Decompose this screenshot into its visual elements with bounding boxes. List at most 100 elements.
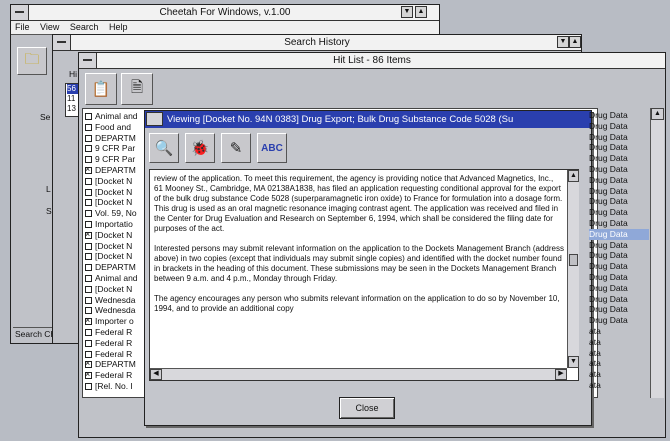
spellcheck-icon: ABC [261,142,283,154]
row-checkbox[interactable] [85,350,92,358]
hit-list-category[interactable]: Drug Data [589,142,649,153]
menu-file[interactable]: File [15,22,30,32]
row-checkbox[interactable] [85,264,92,272]
hit-list-notes-button[interactable]: 📋 [85,73,117,105]
row-checkbox[interactable] [85,188,92,196]
doc-scroll-right-arrow[interactable]: ▶ [555,369,567,380]
viewer-window: Viewing [Docket No. 94N 0383] Drug Expor… [144,110,592,426]
row-checkbox[interactable] [85,370,92,380]
row-label: [Docket N [95,283,133,294]
viewer-spellcheck-button[interactable]: ABC [257,133,287,163]
side-label-s: S [46,206,52,216]
menu-view[interactable]: View [40,22,59,32]
row-checkbox[interactable] [85,210,92,218]
hit-list-system-menu[interactable] [79,53,97,68]
hit-list-scrollbar[interactable]: ▲ [650,108,664,398]
hit-list-category[interactable]: ata [589,326,649,337]
hit-list-category[interactable]: Drug Data [589,153,649,164]
minimize-button[interactable]: ▼ [401,6,413,18]
document-pane[interactable]: review of the application. To meet this … [149,169,579,381]
viewer-bug-button[interactable]: 🐞 [185,133,215,163]
row-checkbox[interactable] [85,329,92,336]
pages-icon: ✎ [229,140,243,157]
document-hscroll[interactable]: ◀ ▶ [150,368,567,380]
hit-list-category[interactable]: Drug Data [589,304,649,315]
hit-list-category[interactable]: Drug Data [589,315,649,326]
row-checkbox[interactable] [85,359,92,369]
row-checkbox[interactable] [85,307,92,315]
row-checkbox[interactable] [85,230,92,239]
hit-list-category[interactable]: Drug Data [589,175,649,186]
hit-list-category[interactable]: Drug Data [589,228,649,240]
row-checkbox[interactable] [85,285,92,293]
row-label: Federal R [95,327,133,337]
hit-list-category[interactable]: Drug Data [589,261,649,272]
row-checkbox[interactable] [85,221,92,228]
folder-icon: 🗀 [24,50,40,68]
scroll-up-arrow[interactable]: ▲ [651,108,664,120]
row-checkbox[interactable] [85,177,92,185]
row-checkbox[interactable] [85,242,92,250]
row-checkbox[interactable] [85,145,92,153]
row-checkbox[interactable] [85,383,92,390]
row-checkbox[interactable] [85,123,92,131]
row-checkbox[interactable] [85,316,92,326]
row-label: DEPARTM [95,262,136,273]
row-label: [Rel. No. I [95,381,133,391]
system-menu-button[interactable] [11,5,29,20]
row-label: [Docket N [95,175,133,186]
row-checkbox[interactable] [85,165,92,174]
hit-list-category[interactable]: Drug Data [589,186,649,197]
doc-scroll-down-arrow[interactable]: ▼ [568,356,579,368]
doc-scroll-thumb[interactable] [569,254,578,266]
document-paragraph: Interested persons may submit relevant i… [154,244,564,283]
viewer-system-menu[interactable] [146,112,163,126]
hit-list-category[interactable]: Drug Data [589,207,649,218]
search-history-minimize[interactable]: ▼ [557,36,569,48]
hit-list-document-button[interactable]: 🗎 [121,73,153,105]
row-checkbox[interactable] [85,199,92,207]
close-button[interactable]: Close [339,397,395,419]
search-history-system-menu[interactable] [53,35,71,50]
hit-list-category[interactable]: Drug Data [589,196,649,207]
row-label: Wednesda [95,294,136,305]
viewer-pages-button[interactable]: ✎ [221,133,251,163]
hit-list-category[interactable]: ata [589,369,649,380]
row-label: DEPARTM [95,359,136,370]
row-checkbox[interactable] [85,113,92,120]
hit-list-category[interactable]: Drug Data [589,218,649,229]
main-window-title: Cheetah For Windows, v.1.00 ▼ ▲ [11,5,439,21]
row-checkbox[interactable] [85,156,92,164]
hit-list-category[interactable]: ata [589,337,649,348]
hit-list-category[interactable]: ata [589,380,649,391]
hit-list-category[interactable]: Drug Data [589,240,649,251]
row-checkbox[interactable] [85,253,92,261]
search-history-titlebar: Search History ▼ ▲ [53,35,581,51]
hit-list-category[interactable]: Drug Data [589,164,649,175]
open-folder-button[interactable]: 🗀 [17,47,47,75]
row-label: DEPARTM [95,165,136,175]
doc-scroll-left-arrow[interactable]: ◀ [150,369,162,380]
hit-list-category[interactable]: Drug Data [589,283,649,294]
row-checkbox[interactable] [85,339,92,347]
hit-list-category[interactable]: ata [589,348,649,359]
hit-list-category[interactable]: Drug Data [589,294,649,305]
search-history-maximize[interactable]: ▲ [569,36,581,48]
hit-list-category[interactable]: ata [589,358,649,369]
menu-help[interactable]: Help [109,22,128,32]
side-label-l: L [46,184,51,194]
viewer-search-button[interactable]: 🔍 [149,133,179,163]
row-checkbox[interactable] [85,275,92,282]
hit-list-category[interactable]: Drug Data [589,110,649,121]
row-checkbox[interactable] [85,296,92,304]
hit-list-category[interactable]: Drug Data [589,121,649,132]
document-vscroll[interactable]: ▲ ▼ [567,170,579,368]
menu-search[interactable]: Search [70,22,99,32]
hit-list-category[interactable]: Drug Data [589,132,649,143]
maximize-button[interactable]: ▲ [415,6,427,18]
row-checkbox[interactable] [85,134,92,142]
doc-scroll-up-arrow[interactable]: ▲ [568,170,579,182]
hit-list-category[interactable]: Drug Data [589,250,649,261]
document-text: review of the application. To meet this … [154,174,564,324]
hit-list-category[interactable]: Drug Data [589,272,649,283]
